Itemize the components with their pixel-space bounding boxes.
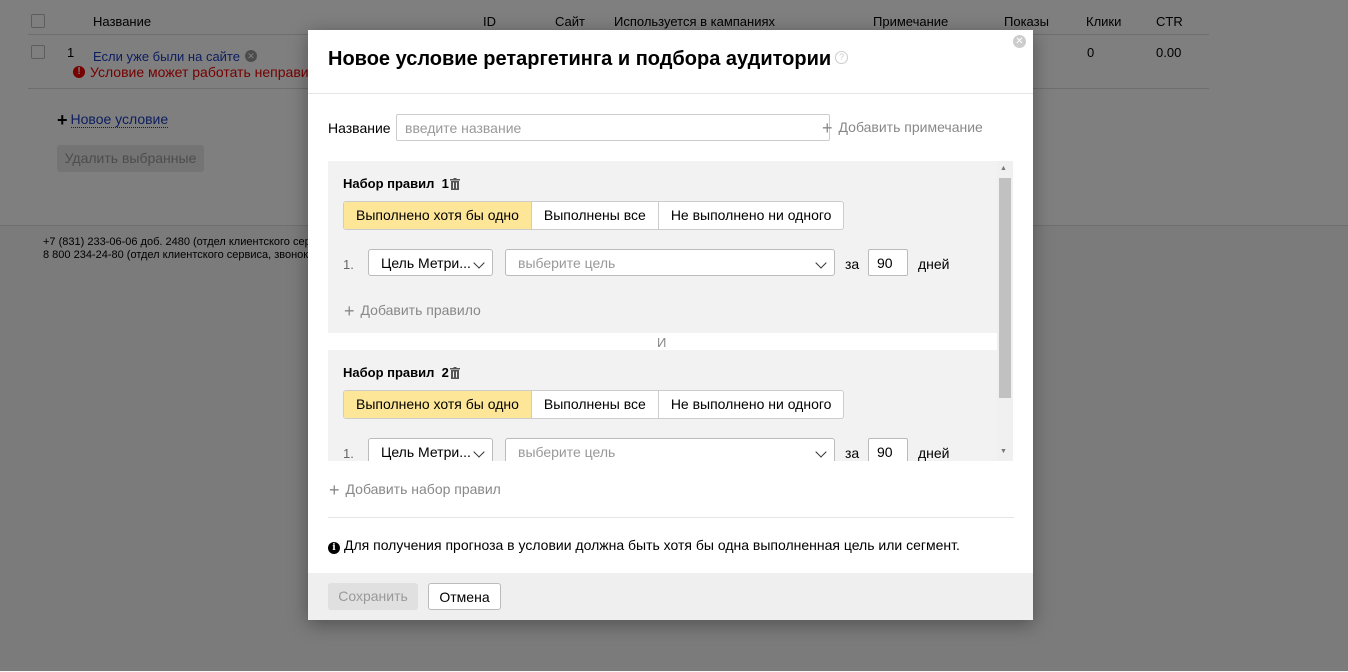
days-label: дней — [918, 445, 950, 461]
plus-icon: + — [329, 480, 340, 500]
save-button[interactable]: Сохранить — [328, 583, 418, 610]
chevron-down-icon — [815, 257, 827, 269]
goal-placeholder: выберите цель — [518, 444, 616, 460]
close-icon[interactable]: ✕ — [1013, 35, 1026, 48]
add-rule-link[interactable]: + Добавить правило — [344, 301, 481, 321]
rule-type-value: Цель Метри... — [381, 444, 471, 460]
trash-icon[interactable] — [450, 367, 460, 379]
plus-icon: + — [822, 118, 833, 138]
rule-set-number: 2 — [441, 365, 449, 380]
rule-set-title-text: Набор правил — [343, 365, 435, 380]
add-note-link[interactable]: + Добавить примечание — [822, 118, 983, 138]
scrollbar-thumb[interactable] — [999, 178, 1011, 398]
rule-set-title: Набор правил 1 — [343, 176, 449, 191]
mode-none[interactable]: Не выполнено ни одного — [659, 202, 844, 229]
mode-none[interactable]: Не выполнено ни одного — [659, 391, 844, 418]
trash-icon[interactable] — [450, 178, 460, 190]
rule-type-value: Цель Метри... — [381, 255, 471, 271]
info-text: Для получения прогноза в условии должна … — [344, 537, 960, 553]
title-divider — [308, 93, 1033, 94]
info-icon: i — [328, 542, 340, 554]
for-label: за — [845, 445, 860, 461]
chevron-down-icon — [473, 446, 485, 458]
mode-all[interactable]: Выполнены все — [532, 202, 659, 229]
rule-number: 1. — [343, 446, 354, 461]
name-label: Название — [328, 120, 391, 136]
mode-any[interactable]: Выполнено хотя бы одно — [344, 391, 532, 418]
rule-set-1: Набор правил 1 Выполнено хотя бы одно Вы… — [328, 161, 997, 333]
forecast-info: i Для получения прогноза в условии должна… — [328, 537, 960, 554]
chevron-down-icon — [473, 257, 485, 269]
modal-title: Новое условие ретаргетинга и подбора ауд… — [328, 48, 849, 71]
retargeting-modal: Новое условие ретаргетинга и подбора ауд… — [308, 30, 1033, 620]
days-input[interactable]: 90 — [868, 249, 908, 276]
days-label: дней — [918, 256, 950, 272]
modal-title-text: Новое условие ретаргетинга и подбора ауд… — [328, 48, 832, 70]
goal-select[interactable]: выберите цель — [505, 249, 835, 276]
scroll-down-icon[interactable]: ▼ — [1000, 448, 1007, 455]
match-mode-toggle: Выполнено хотя бы одно Выполнены все Не … — [343, 201, 845, 230]
goal-placeholder: выберите цель — [518, 255, 616, 271]
mode-any[interactable]: Выполнено хотя бы одно — [344, 202, 532, 229]
add-rule-label: Добавить правило — [360, 302, 481, 318]
goal-select[interactable]: выберите цель — [505, 438, 835, 461]
info-divider — [328, 517, 1014, 518]
name-input[interactable] — [396, 114, 830, 141]
rule-type-select[interactable]: Цель Метри... — [368, 438, 493, 461]
rule-type-select[interactable]: Цель Метри... — [368, 249, 493, 276]
cancel-button[interactable]: Отмена — [428, 583, 501, 610]
add-rule-set-link[interactable]: + Добавить набор правил — [329, 480, 501, 500]
modal-actions: Сохранить Отмена — [308, 573, 1033, 620]
scroll-up-icon[interactable]: ▲ — [1000, 165, 1007, 172]
help-icon[interactable]: ? — [835, 51, 849, 64]
rule-set-title: Набор правил 2 — [343, 365, 449, 380]
days-input[interactable]: 90 — [868, 438, 908, 461]
add-rule-set-label: Добавить набор правил — [345, 481, 501, 497]
chevron-down-icon — [815, 446, 827, 458]
rule-number: 1. — [343, 257, 354, 272]
rule-set-title-text: Набор правил — [343, 176, 435, 191]
for-label: за — [845, 256, 860, 272]
mode-all[interactable]: Выполнены все — [532, 391, 659, 418]
rule-sets-scroll-area[interactable]: Набор правил 1 Выполнено хотя бы одно Вы… — [328, 161, 1013, 461]
match-mode-toggle: Выполнено хотя бы одно Выполнены все Не … — [343, 390, 845, 419]
plus-icon: + — [344, 301, 355, 321]
add-note-label: Добавить примечание — [838, 119, 983, 135]
rule-set-2: Набор правил 2 Выполнено хотя бы одно Вы… — [328, 350, 997, 461]
and-separator: И — [657, 335, 667, 350]
rule-set-number: 1 — [441, 176, 449, 191]
